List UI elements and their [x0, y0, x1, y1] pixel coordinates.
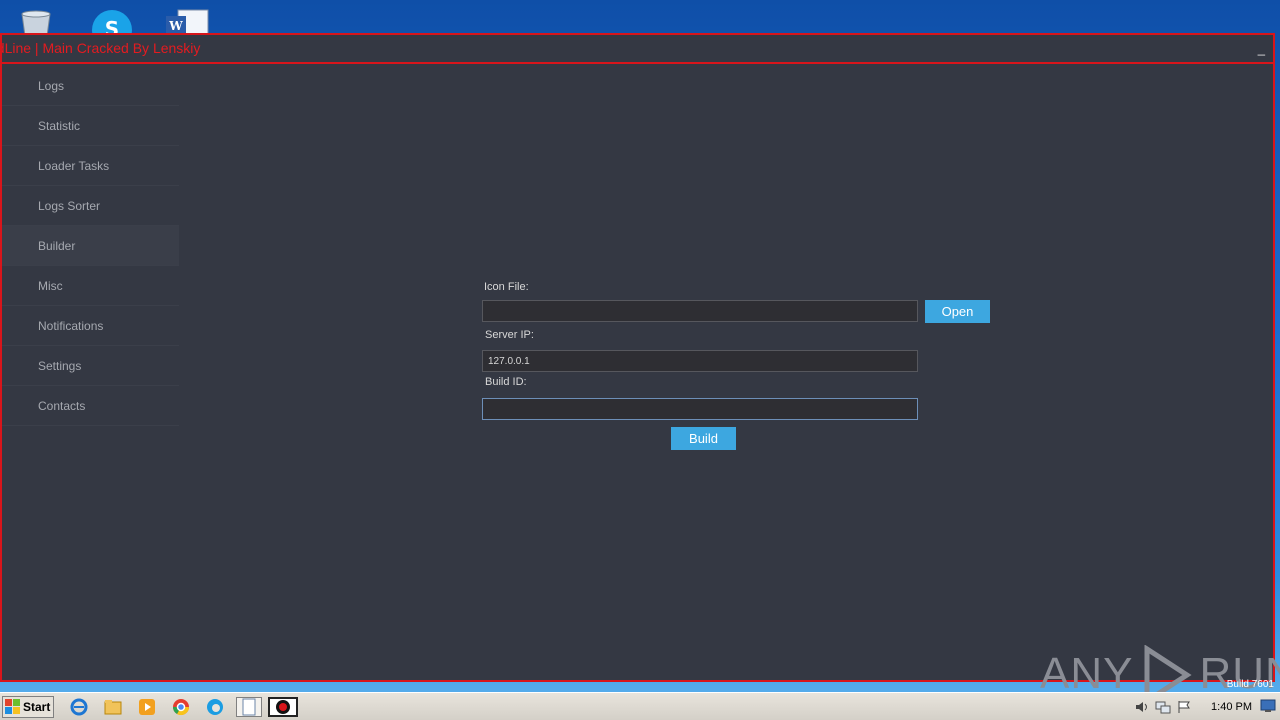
- build-id-input[interactable]: [482, 398, 918, 420]
- skype-icon[interactable]: S: [90, 6, 134, 50]
- system-tray: 1:40 PM: [1135, 697, 1252, 717]
- volume-icon[interactable]: [1135, 700, 1149, 714]
- edge-icon[interactable]: [204, 697, 226, 717]
- sidebar-item-builder[interactable]: Builder: [2, 226, 179, 266]
- taskbar-clock[interactable]: 1:40 PM: [1211, 701, 1252, 713]
- server-ip-input[interactable]: 127.0.0.1: [482, 350, 918, 372]
- sidebar-item-loader-tasks[interactable]: Loader Tasks: [2, 146, 179, 186]
- icon-file-input[interactable]: [482, 300, 918, 322]
- notepad-icon[interactable]: [236, 697, 262, 717]
- sidebar: Logs Statistic Loader Tasks Logs Sorter …: [2, 66, 179, 426]
- show-desktop-icon[interactable]: [1260, 698, 1276, 714]
- build-id-label: Build ID:: [485, 376, 527, 388]
- sidebar-item-label: Logs: [38, 78, 65, 93]
- svg-text:W: W: [168, 19, 183, 33]
- sidebar-item-label: Notifications: [38, 318, 104, 333]
- network-icon[interactable]: [1155, 700, 1171, 714]
- start-button[interactable]: Start: [2, 696, 54, 718]
- open-button[interactable]: Open: [925, 299, 990, 323]
- sidebar-item-notifications[interactable]: Notifications: [2, 306, 179, 346]
- app-window: edLine | Main Cracked By Lenskiy _ Logs …: [0, 33, 1280, 703]
- sidebar-item-logs[interactable]: Logs: [2, 66, 179, 106]
- redline-app-icon[interactable]: [268, 697, 298, 717]
- minimize-button[interactable]: _: [1258, 41, 1265, 56]
- window-title: edLine | Main Cracked By Lenskiy: [2, 40, 201, 56]
- build-button[interactable]: Build: [671, 427, 736, 450]
- ie-icon[interactable]: [68, 697, 90, 717]
- explorer-icon[interactable]: [102, 697, 124, 717]
- windows-build-stamp: Build 7601: [1226, 679, 1274, 690]
- sidebar-item-statistic[interactable]: Statistic: [2, 106, 179, 146]
- start-label: Start: [23, 700, 51, 714]
- windows-logo-icon: [5, 699, 20, 714]
- sidebar-item-label: Contacts: [38, 398, 86, 413]
- chrome-icon[interactable]: [170, 697, 192, 717]
- icon-file-label: Icon File:: [484, 281, 529, 293]
- media-player-icon[interactable]: [136, 697, 158, 717]
- sidebar-item-label: Builder: [38, 238, 76, 253]
- sidebar-item-misc[interactable]: Misc: [2, 266, 179, 306]
- builder-form: Icon File: Open Server IP: 127.0.0.1 Bui…: [482, 281, 1002, 450]
- sidebar-item-label: Logs Sorter: [38, 198, 101, 213]
- recycle-bin-icon[interactable]: [16, 6, 60, 37]
- sidebar-item-label: Settings: [38, 358, 82, 373]
- titlebar[interactable]: edLine | Main Cracked By Lenskiy _: [2, 35, 1273, 64]
- sidebar-item-contacts[interactable]: Contacts: [2, 386, 179, 426]
- sidebar-item-logs-sorter[interactable]: Logs Sorter: [2, 186, 179, 226]
- taskbar: Start 1:40 PM: [0, 692, 1280, 720]
- word-document-icon[interactable]: W: [164, 6, 209, 37]
- server-ip-label: Server IP:: [485, 329, 534, 341]
- sidebar-item-label: Misc: [38, 278, 63, 293]
- sidebar-item-label: Loader Tasks: [38, 158, 110, 173]
- sidebar-item-settings[interactable]: Settings: [2, 346, 179, 386]
- action-center-flag-icon[interactable]: [1177, 700, 1191, 714]
- sidebar-item-label: Statistic: [38, 118, 81, 133]
